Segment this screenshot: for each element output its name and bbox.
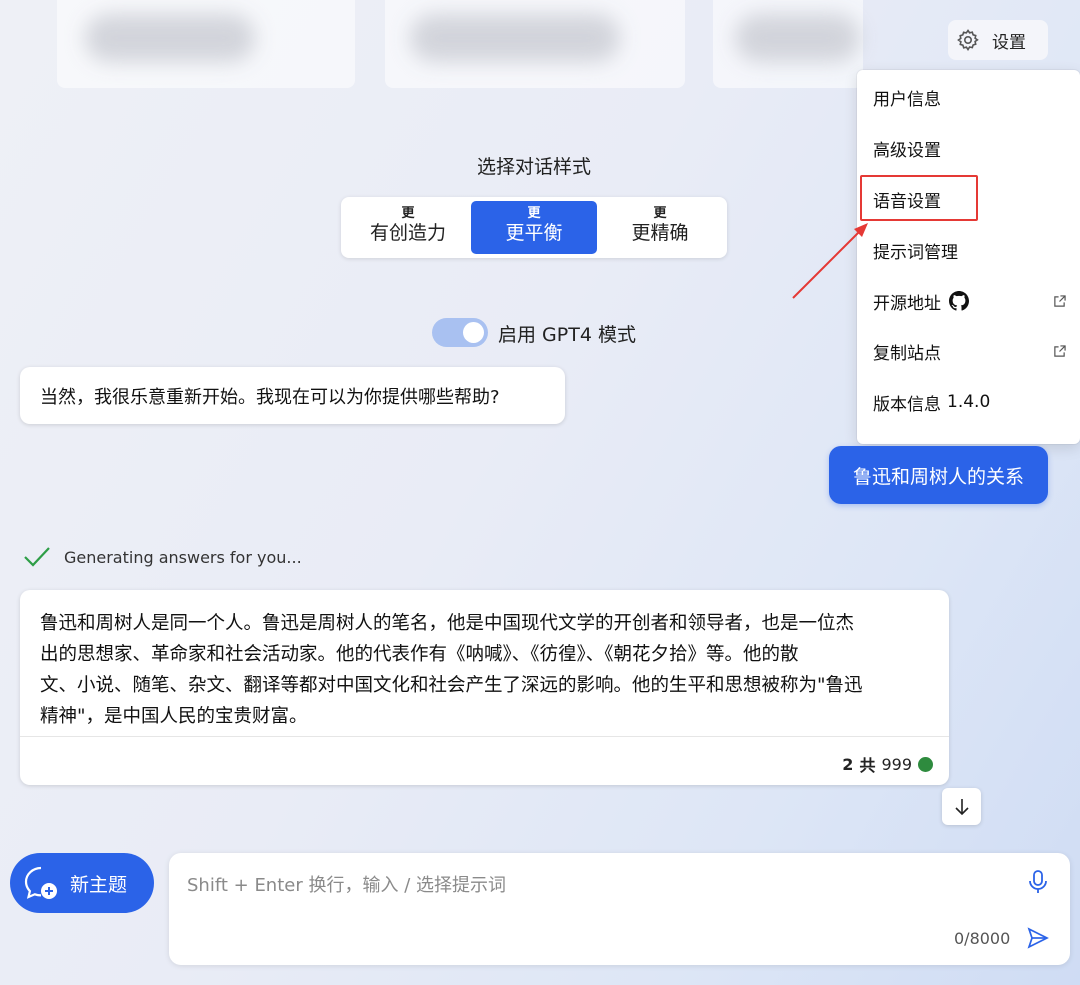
arrow-down-icon — [954, 798, 970, 816]
style-option-creative[interactable]: 更 有创造力 — [345, 201, 471, 254]
menu-item-prompt-management[interactable]: 提示词管理 — [873, 235, 1066, 265]
blurred-content-3 — [735, 14, 860, 62]
answer-text: 鲁迅和周树人是同一个人。鲁迅是周树人的笔名，他是中国现代文学的开创者和领导者，也… — [40, 613, 863, 727]
external-link-icon — [1053, 344, 1066, 358]
version-number: 1.4.0 — [947, 392, 991, 412]
style-option-balanced[interactable]: 更 更平衡 — [471, 201, 597, 254]
gear-icon — [956, 28, 980, 52]
chat-input-box: 0/8000 — [169, 853, 1070, 965]
external-link-icon — [1053, 294, 1066, 308]
menu-item-advanced-settings[interactable]: 高级设置 — [873, 133, 1066, 163]
new-chat-icon — [22, 864, 60, 902]
menu-item-user-info[interactable]: 用户信息 — [873, 82, 1066, 112]
blurred-content-1 — [85, 14, 255, 62]
gpt4-toggle[interactable] — [432, 318, 488, 347]
menu-item-version-info[interactable]: 版本信息 1.4.0 — [873, 387, 1066, 417]
answer-count: 2 — [842, 754, 854, 774]
send-icon[interactable] — [1027, 927, 1049, 949]
bot-message-text: 当然，我很乐意重新开始。我现在可以为你提供哪些帮助? — [40, 387, 500, 408]
answer-divider — [20, 736, 949, 737]
answer-total: 999 — [881, 754, 912, 774]
check-icon — [22, 545, 52, 569]
user-message: 鲁迅和周树人的关系 — [829, 446, 1048, 504]
toggle-knob — [463, 322, 484, 343]
generating-text: Generating answers for you... — [64, 547, 302, 567]
style-option-precise[interactable]: 更 更精确 — [597, 201, 723, 254]
menu-item-copy-site[interactable]: 复制站点 — [873, 336, 1066, 366]
bot-message-greeting: 当然，我很乐意重新开始。我现在可以为你提供哪些帮助? — [20, 367, 565, 424]
answer-of: 共 — [859, 756, 876, 775]
settings-menu: 用户信息 高级设置 语音设置 提示词管理 开源地址 复制站点 版本信息 1.4.… — [857, 70, 1080, 444]
blurred-content-2 — [410, 14, 620, 62]
new-topic-label: 新主题 — [70, 873, 128, 896]
scroll-down-button[interactable] — [942, 788, 981, 825]
style-title: 选择对话样式 — [476, 156, 591, 178]
answer-footer: 2 共 999 — [842, 752, 933, 776]
settings-button[interactable]: 设置 — [948, 20, 1048, 60]
style-selector: 更 有创造力 更 更平衡 更 更精确 — [341, 197, 727, 258]
mic-icon[interactable] — [1027, 869, 1049, 895]
gpt4-toggle-label: 启用 GPT4 模式 — [498, 324, 636, 346]
bot-message-answer: 鲁迅和周树人是同一个人。鲁迅是周树人的笔名，他是中国现代文学的开创者和领导者，也… — [20, 590, 949, 785]
annotation-arrow — [792, 223, 868, 299]
menu-item-open-source[interactable]: 开源地址 — [873, 286, 1066, 316]
github-icon — [949, 291, 969, 311]
settings-label: 设置 — [992, 32, 1026, 53]
chat-input[interactable] — [187, 871, 1007, 931]
user-message-text: 鲁迅和周树人的关系 — [852, 465, 1024, 488]
new-topic-button[interactable]: 新主题 — [10, 853, 154, 913]
char-counter: 0/8000 — [954, 929, 1011, 948]
generating-status: Generating answers for you... — [22, 545, 302, 569]
status-dot — [918, 756, 933, 772]
